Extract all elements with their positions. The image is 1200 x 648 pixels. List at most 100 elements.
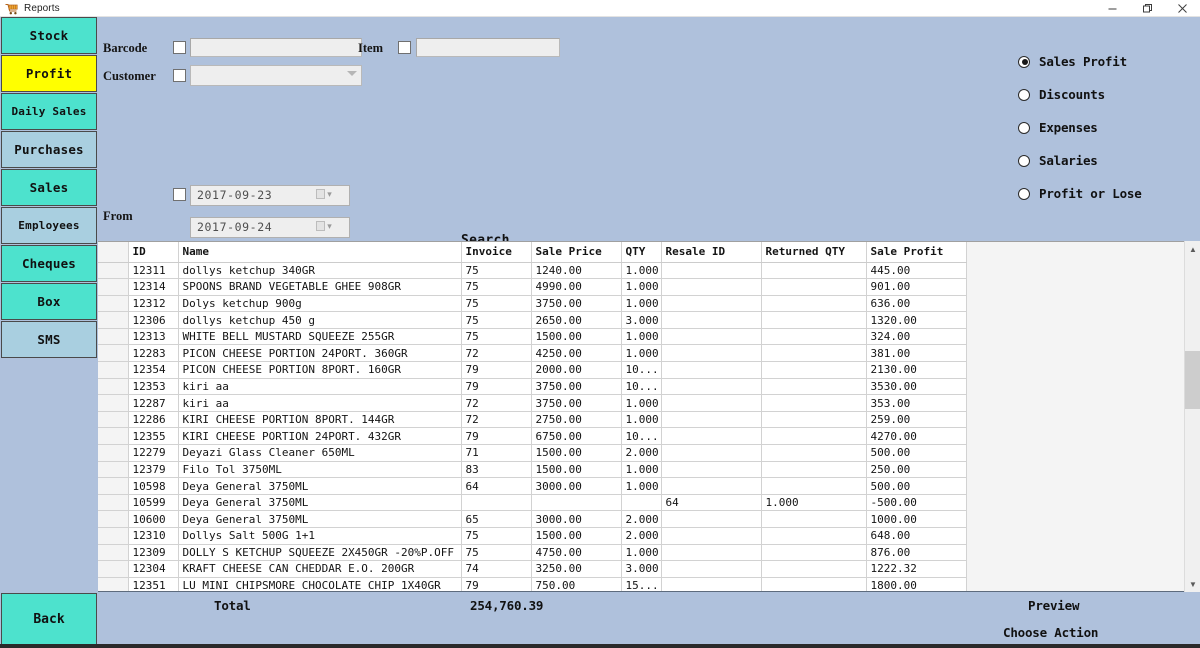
table-cell	[761, 279, 866, 296]
customer-checkbox[interactable]	[173, 69, 186, 82]
table-row[interactable]: 12304KRAFT CHEESE CAN CHEDDAR E.O. 200GR…	[98, 561, 966, 578]
table-cell: 3530.00	[866, 378, 966, 395]
table-row[interactable]: 12286KIRI CHEESE PORTION 8PORT. 144GR722…	[98, 411, 966, 428]
column-header[interactable]: ID	[128, 242, 178, 262]
radio-discounts[interactable]: Discounts	[1018, 78, 1198, 111]
grid-vertical-scrollbar[interactable]: ▲ ▼	[1184, 241, 1200, 592]
table-cell: 75	[461, 262, 531, 279]
table-row[interactable]: 12351LU MINI CHIPSMORE CHOCOLATE CHIP 1X…	[98, 577, 966, 592]
column-header[interactable]: Name	[178, 242, 461, 262]
customer-dropdown[interactable]	[190, 65, 362, 86]
radio-sales-profit[interactable]: Sales Profit	[1018, 45, 1198, 78]
item-checkbox[interactable]	[398, 41, 411, 54]
table-cell	[761, 561, 866, 578]
back-button-area: Back	[0, 592, 98, 648]
sidebar-item-employees[interactable]: Employees	[1, 207, 97, 244]
date-from-calendar-icon[interactable]: ▾	[313, 187, 335, 201]
table-cell: 4990.00	[531, 279, 621, 296]
item-input[interactable]	[416, 38, 560, 57]
table-row[interactable]: 12312Dolys ketchup 900g753750.001.000636…	[98, 295, 966, 312]
table-cell	[761, 544, 866, 561]
table-cell: 10600	[128, 511, 178, 528]
from-label: From	[103, 209, 133, 224]
scroll-down-button[interactable]: ▼	[1185, 576, 1200, 592]
date-to-calendar-icon[interactable]: ▾	[313, 219, 335, 233]
table-row[interactable]: 12279Deyazi Glass Cleaner 650ML711500.00…	[98, 445, 966, 462]
table-row[interactable]: 12314SPOONS BRAND VEGETABLE GHEE 908GR75…	[98, 279, 966, 296]
radio-salaries[interactable]: Salaries	[1018, 144, 1198, 177]
table-cell: 12351	[128, 577, 178, 592]
table-cell: 1.000	[621, 544, 661, 561]
back-button[interactable]: Back	[1, 593, 97, 646]
table-cell: 1.000	[621, 295, 661, 312]
sidebar-item-box[interactable]: Box	[1, 283, 97, 320]
sidebar-item-sales[interactable]: Sales	[1, 169, 97, 206]
column-header[interactable]: Returned QTY	[761, 242, 866, 262]
sidebar-item-daily-sales[interactable]: Daily Sales	[1, 93, 97, 130]
table-cell: 1.000	[621, 461, 661, 478]
column-header[interactable]: Sale Profit	[866, 242, 966, 262]
radio-expenses[interactable]: Expenses	[1018, 111, 1198, 144]
table-row[interactable]: 12309DOLLY S KETCHUP SQUEEZE 2X450GR -20…	[98, 544, 966, 561]
table-cell: 12304	[128, 561, 178, 578]
column-header[interactable]: Invoice	[461, 242, 531, 262]
barcode-checkbox[interactable]	[173, 41, 186, 54]
from-checkbox[interactable]	[173, 188, 186, 201]
table-row[interactable]: 12354PICON CHEESE PORTION 8PORT. 160GR79…	[98, 362, 966, 379]
table-cell: 72	[461, 345, 531, 362]
column-header[interactable]: QTY	[621, 242, 661, 262]
scroll-up-button[interactable]: ▲	[1185, 241, 1200, 257]
table-cell: 64	[661, 494, 761, 511]
sidebar-item-cheques[interactable]: Cheques	[1, 245, 97, 282]
table-row[interactable]: 12283PICON CHEESE PORTION 24PORT. 360GR7…	[98, 345, 966, 362]
table-cell: 324.00	[866, 328, 966, 345]
table-cell: 1.000	[621, 328, 661, 345]
sidebar-item-purchases[interactable]: Purchases	[1, 131, 97, 168]
barcode-input[interactable]	[190, 38, 362, 57]
table-cell	[461, 494, 531, 511]
table-cell: 1000.00	[866, 511, 966, 528]
table-row[interactable]: 12379Filo Tol 3750ML831500.001.000250.00	[98, 461, 966, 478]
table-cell	[661, 461, 761, 478]
table-cell: Deya General 3750ML	[178, 511, 461, 528]
table-cell	[761, 345, 866, 362]
results-grid[interactable]: IDNameInvoiceSale PriceQTYResale IDRetur…	[98, 242, 1184, 592]
table-cell	[761, 428, 866, 445]
table-row[interactable]: 12287kiri aa723750.001.000353.00	[98, 395, 966, 412]
radio-label: Discounts	[1039, 87, 1105, 102]
column-header[interactable]: Resale ID	[661, 242, 761, 262]
sidebar-item-sms[interactable]: SMS	[1, 321, 97, 358]
table-row[interactable]: 12353kiri aa793750.0010...3530.00	[98, 378, 966, 395]
table-row[interactable]: 12313WHITE BELL MUSTARD SQUEEZE 255GR751…	[98, 328, 966, 345]
choose-action-button[interactable]: Choose Action	[1003, 625, 1098, 640]
table-row[interactable]: 10598Deya General 3750ML643000.001.00050…	[98, 478, 966, 495]
column-header[interactable]	[98, 242, 128, 262]
minimize-button[interactable]	[1095, 0, 1130, 17]
table-cell	[761, 395, 866, 412]
table-cell: 3.000	[621, 312, 661, 329]
table-row[interactable]: 10600Deya General 3750ML653000.002.00010…	[98, 511, 966, 528]
radio-label: Salaries	[1039, 153, 1098, 168]
table-row[interactable]: 12311dollys ketchup 340GR751240.001.0004…	[98, 262, 966, 279]
table-cell: 71	[461, 445, 531, 462]
table-cell: 876.00	[866, 544, 966, 561]
table-row[interactable]: 12355KIRI CHEESE PORTION 24PORT. 432GR79…	[98, 428, 966, 445]
sidebar-item-stock[interactable]: Stock	[1, 17, 97, 54]
scrollbar-thumb[interactable]	[1185, 351, 1200, 409]
table-row[interactable]: 12306dollys ketchup 450 g752650.003.0001…	[98, 312, 966, 329]
table-row[interactable]: 12310Dollys Salt 500G 1+1751500.002.0006…	[98, 528, 966, 545]
table-cell: 6750.00	[531, 428, 621, 445]
table-cell: 75	[461, 279, 531, 296]
table-cell: 750.00	[531, 577, 621, 592]
radio-dot-icon	[1018, 89, 1030, 101]
table-cell: 12309	[128, 544, 178, 561]
table-cell	[661, 295, 761, 312]
table-row[interactable]: 10599Deya General 3750ML641.000-500.00	[98, 494, 966, 511]
sidebar-item-profit[interactable]: Profit	[1, 55, 97, 92]
close-button[interactable]	[1165, 0, 1200, 17]
maximize-button[interactable]	[1130, 0, 1165, 17]
table-cell	[98, 395, 128, 412]
radio-profit-or-lose[interactable]: Profit or Lose	[1018, 177, 1198, 210]
preview-button[interactable]: Preview	[1028, 598, 1079, 613]
column-header[interactable]: Sale Price	[531, 242, 621, 262]
